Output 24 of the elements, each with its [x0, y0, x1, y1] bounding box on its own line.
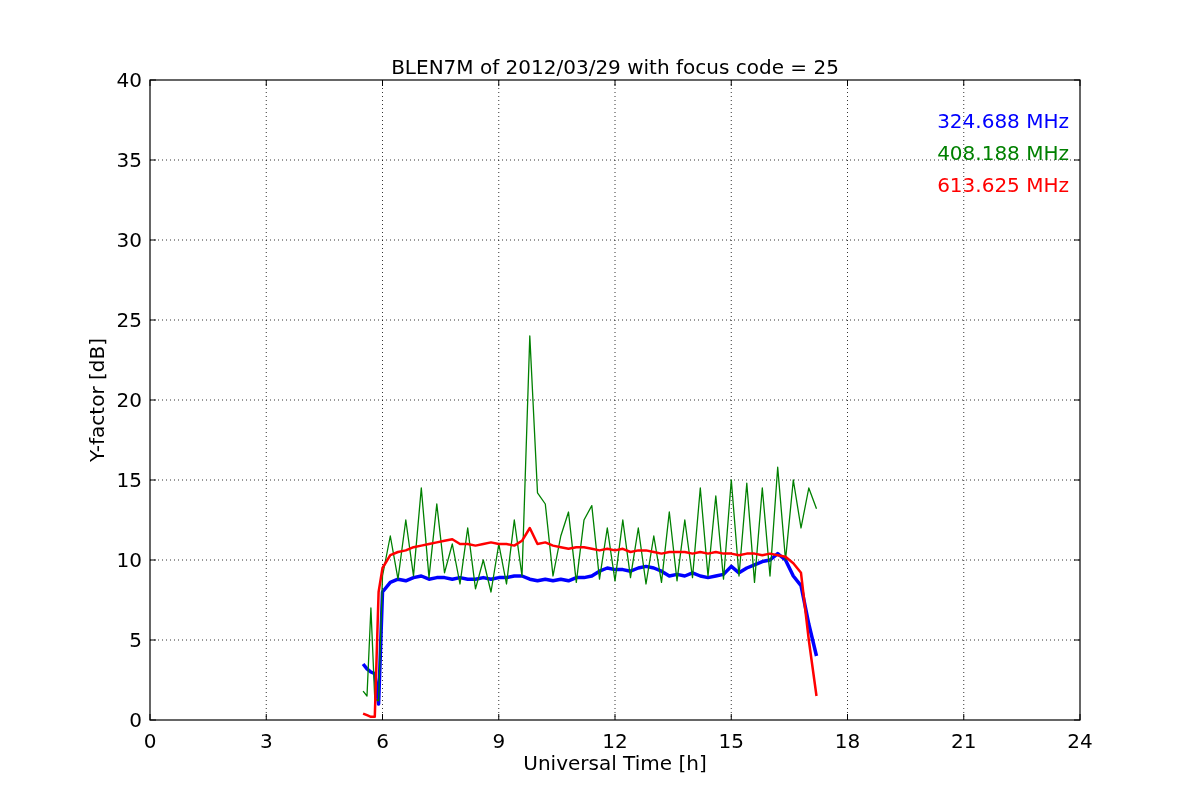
x-tick-label: 3 — [259, 729, 273, 753]
legend-label: 324.688 MHz — [937, 109, 1069, 133]
x-tick-label: 6 — [376, 729, 389, 753]
legend-label: 408.188 MHz — [937, 141, 1069, 165]
y-tick-label: 25 — [116, 308, 142, 332]
y-tick-label: 10 — [116, 548, 142, 572]
legend-label: 613.625 MHz — [937, 173, 1069, 197]
y-tick-label: 15 — [116, 468, 142, 492]
x-tick-label: 24 — [1067, 729, 1093, 753]
y-tick-label: 35 — [116, 148, 142, 172]
chart-title: BLEN7M of 2012/03/29 with focus code = 25 — [391, 55, 839, 79]
x-tick-label: 21 — [951, 729, 977, 753]
y-tick-label: 30 — [116, 228, 142, 252]
x-tick-label: 12 — [602, 729, 628, 753]
y-axis-label: Y-factor [dB] — [85, 338, 109, 462]
x-tick-label: 15 — [718, 729, 744, 753]
x-axis-label: Universal Time [h] — [523, 751, 707, 775]
x-tick-label: 9 — [492, 729, 506, 753]
y-tick-label: 40 — [116, 68, 142, 92]
x-tick-label: 0 — [143, 729, 157, 753]
y-tick-label: 20 — [116, 388, 142, 412]
y-tick-label: 0 — [129, 708, 142, 732]
y-tick-label: 5 — [129, 628, 142, 652]
x-tick-label: 18 — [834, 729, 861, 753]
